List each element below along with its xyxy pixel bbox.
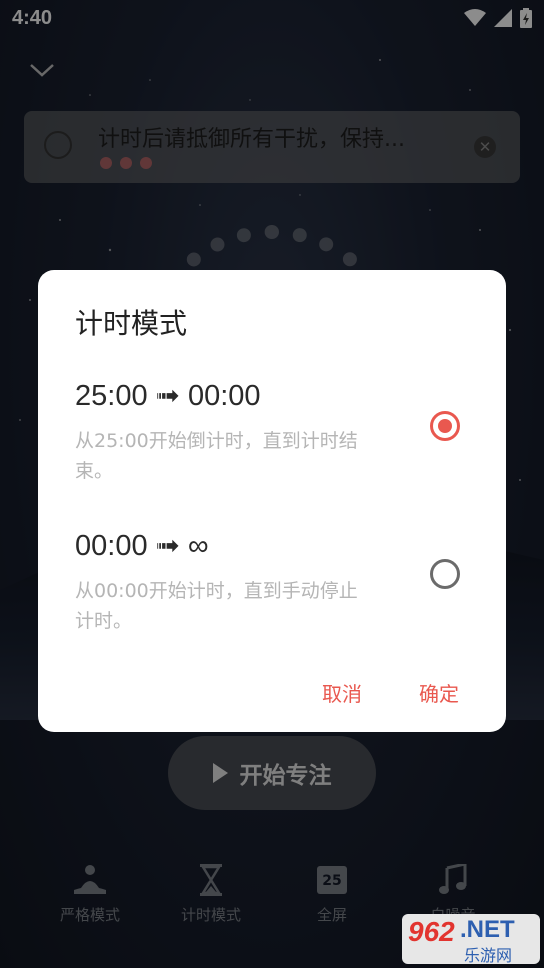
option-count-up[interactable]: 00:00 ➟ ∞ 从00:00开始计时，直到手动停止计时。 — [38, 528, 506, 648]
option-title: 00:00 ➟ ∞ — [75, 530, 209, 562]
option-description: 从00:00开始计时，直到手动停止计时。 — [75, 580, 358, 632]
watermark-number: 962 — [408, 916, 455, 947]
site-watermark-logo: 962 .NET 乐游网 — [402, 914, 540, 964]
radio-countdown[interactable] — [430, 411, 460, 441]
dialog-title: 计时模式 — [75, 307, 188, 340]
watermark-sub: 乐游网 — [464, 946, 513, 964]
screen: 4:40 计时后请抵御所有干扰，保持... ✕ 开始专注 严格模式 计时模式 2… — [0, 0, 544, 968]
option-title: 25:00 ➟ 00:00 — [75, 380, 261, 412]
option-description: 从25:00开始倒计时，直到计时结束。 — [75, 430, 358, 482]
option-countdown[interactable]: 25:00 ➟ 00:00 从25:00开始倒计时，直到计时结束。 — [38, 378, 506, 498]
confirm-button[interactable]: 确定 — [419, 678, 459, 707]
cancel-button[interactable]: 取消 — [322, 678, 362, 707]
watermark-net: .NET — [460, 916, 515, 943]
radio-count-up[interactable] — [430, 559, 460, 589]
timer-mode-dialog: 计时模式 25:00 ➟ 00:00 从25:00开始倒计时，直到计时结束。 0… — [38, 270, 506, 732]
